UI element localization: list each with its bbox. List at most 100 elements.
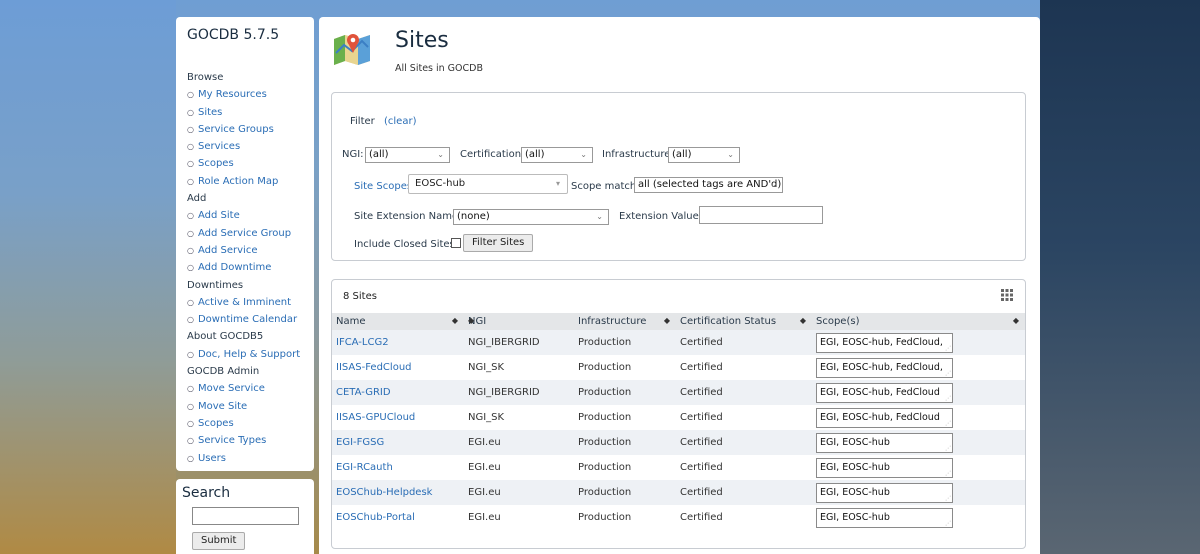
sidebar-item-label: Move Site [197,400,248,412]
scopes-cell: EGI, EOSC-hub ⋰ [812,480,1025,505]
site-name-link[interactable]: IFCA-LCG2 [332,330,464,355]
sidebar-item[interactable]: ○ My Resources [186,86,304,103]
sidebar-item[interactable]: ○ Add Downtime [186,259,304,276]
sort-icon: ◆ [663,316,670,325]
sidebar-item[interactable]: ○ Move Site [186,398,304,415]
resize-grip-icon[interactable]: ⋰ [945,370,951,377]
include-closed-checkbox[interactable] [451,238,461,248]
scope-match-select[interactable]: all (selected tags are AND'd) ⌄ [634,177,783,193]
ngi-select[interactable]: (all) ⌄ [365,147,450,163]
menu-section-title: Add [187,193,207,205]
sidebar-item[interactable]: ○ Scopes [186,155,304,172]
chevron-down-icon: ⌄ [596,212,603,221]
ngi-cell: NGI_IBERGRID [464,330,574,355]
sidebar-item[interactable]: ○ Active & Imminent [186,294,304,311]
sidebar-item[interactable]: ○ Downtime Calendar [186,311,304,328]
extension-value-input[interactable] [699,206,823,224]
search-input[interactable] [192,507,299,525]
infrastructure-cell: Production [574,505,676,530]
ngi-cell: NGI_IBERGRID [464,380,574,405]
resize-grip-icon[interactable]: ⋰ [945,470,951,477]
column-header-name[interactable]: Name ◆ [332,313,464,330]
certification-cell: Certified [676,355,812,380]
infrastructure-cell: Production [574,330,676,355]
column-header-label: Scope(s) [816,316,860,327]
site-name-link[interactable]: CETA-GRID [332,380,464,405]
sidebar-item[interactable]: ○ Add Service [186,242,304,259]
sidebar-item[interactable]: ○ Doc, Help & Support [186,346,304,363]
site-name-link[interactable]: IISAS-GPUCloud [332,405,464,430]
column-header-certification[interactable]: Certification Status ◆ [676,313,812,330]
certification-select[interactable]: (all) ⌄ [521,147,593,163]
column-header-label: Certification Status [680,316,777,327]
menu-section-title: Downtimes [187,279,244,291]
scopes-textarea[interactable]: EGI, EOSC-hub ⋰ [816,507,953,528]
sort-icon: ◆ [799,316,806,325]
column-header-ngi[interactable]: NGI ◆ [464,313,574,330]
scopes-cell: EGI, EOSC-hub, FedCloud ⋰ [812,380,1025,405]
site-scopes-select[interactable]: EOSC-hub ▾ [408,174,568,194]
scopes-textarea[interactable]: EGI, EOSC-hub ⋰ [816,457,953,478]
resize-grip-icon[interactable]: ⋰ [945,445,951,452]
resize-grip-icon[interactable]: ⋰ [945,495,951,502]
scope-match-label: Scope match: [571,181,640,192]
scopes-textarea[interactable]: EGI, EOSC-hub ⋰ [816,482,953,503]
sidebar-item-label: Service Types [197,435,267,447]
table-row: EGI-FGSG EGI.eu Production Certified EGI, EO… [332,430,1025,455]
filter-clear-link[interactable]: (clear) [384,116,416,127]
sidebar-item[interactable]: ○ Users [186,450,304,467]
certification-cell: Certified [676,405,812,430]
scopes-textarea[interactable]: EGI, EOSC-hub, FedCloud, ⋰ [816,357,953,378]
sidebar-item[interactable]: ○ Services [186,138,304,155]
site-name-link[interactable]: EOSChub-Helpdesk [332,480,464,505]
sidebar-item[interactable]: ○ Scopes [186,415,304,432]
certification-cell: Certified [676,480,812,505]
table-row: EOSChub-Helpdesk EGI.eu Production Certifie… [332,480,1025,505]
ngi-cell: EGI.eu [464,480,574,505]
columns-grid-icon[interactable] [1001,289,1013,301]
sidebar-item[interactable]: ○ Sites [186,104,304,121]
column-header-infrastructure[interactable]: Infrastructure ◆ [574,313,676,330]
scopes-cell: EGI, EOSC-hub ⋰ [812,430,1025,455]
sidebar-item[interactable]: ○ Add Site [186,207,304,224]
sidebar-item-label: Services [197,141,241,153]
filter-sites-button[interactable]: Filter Sites [463,234,534,252]
extension-name-select[interactable]: (none) ⌄ [453,209,609,225]
sidebar-item[interactable]: ○ Add Service Group [186,225,304,242]
infrastructure-select[interactable]: (all) ⌄ [668,147,740,163]
column-header-scopes[interactable]: Scope(s) ◆ [812,313,1025,330]
table-row: IFCA-LCG2 NGI_IBERGRID Production Certified… [332,330,1025,355]
infrastructure-select-value: (all) [672,149,692,160]
sidebar-item-label: Move Service [197,383,265,395]
column-header-label: Name [336,316,366,327]
table-header-row: Name ◆ NGI ◆ Infrastructure ◆ Certification… [332,313,1025,330]
sidebar-item-label: Add Site [197,210,240,222]
scopes-textarea[interactable]: EGI, EOSC-hub ⋰ [816,432,953,453]
sidebar-item[interactable]: ○ Role Action Map [186,173,304,190]
resize-grip-icon[interactable]: ⋰ [945,395,951,402]
sidebar-item[interactable]: ○ Service Types [186,432,304,449]
scopes-textarea[interactable]: EGI, EOSC-hub, FedCloud ⋰ [816,382,953,403]
scopes-textarea[interactable]: EGI, EOSC-hub, FedCloud, ⋰ [816,332,953,353]
site-name-link[interactable]: EGI-FGSG [332,430,464,455]
site-name-link[interactable]: IISAS-FedCloud [332,355,464,380]
sidebar-item[interactable]: ○ Move Service [186,380,304,397]
bullet-icon: ○ [187,211,194,221]
column-header-label: Infrastructure [578,316,647,327]
search-submit-button[interactable]: Submit [192,532,246,550]
resize-grip-icon[interactable]: ⋰ [945,420,951,427]
filter-panel: Filter (clear) NGI: (all) ⌄ Certification… [331,92,1026,261]
app-version-title: GOCDB 5.7.5 [187,27,280,43]
site-name-link[interactable]: EGI-RCauth [332,455,464,480]
sidebar-item-label: Doc, Help & Support [197,348,301,360]
scopes-cell: EGI, EOSC-hub, FedCloud, ⋰ [812,330,1025,355]
site-name-link[interactable]: EOSChub-Portal [332,505,464,530]
sidebar-item-label: Users [197,452,226,464]
sort-icon: ◆ [1012,316,1019,325]
resize-grip-icon[interactable]: ⋰ [945,345,951,352]
site-scopes-label[interactable]: Site Scopes: [354,181,415,192]
sidebar-item[interactable]: ○ Service Groups [186,121,304,138]
resize-grip-icon[interactable]: ⋰ [945,520,951,527]
search-title: Search [182,485,231,501]
scopes-textarea[interactable]: EGI, EOSC-hub, FedCloud ⋰ [816,407,953,428]
